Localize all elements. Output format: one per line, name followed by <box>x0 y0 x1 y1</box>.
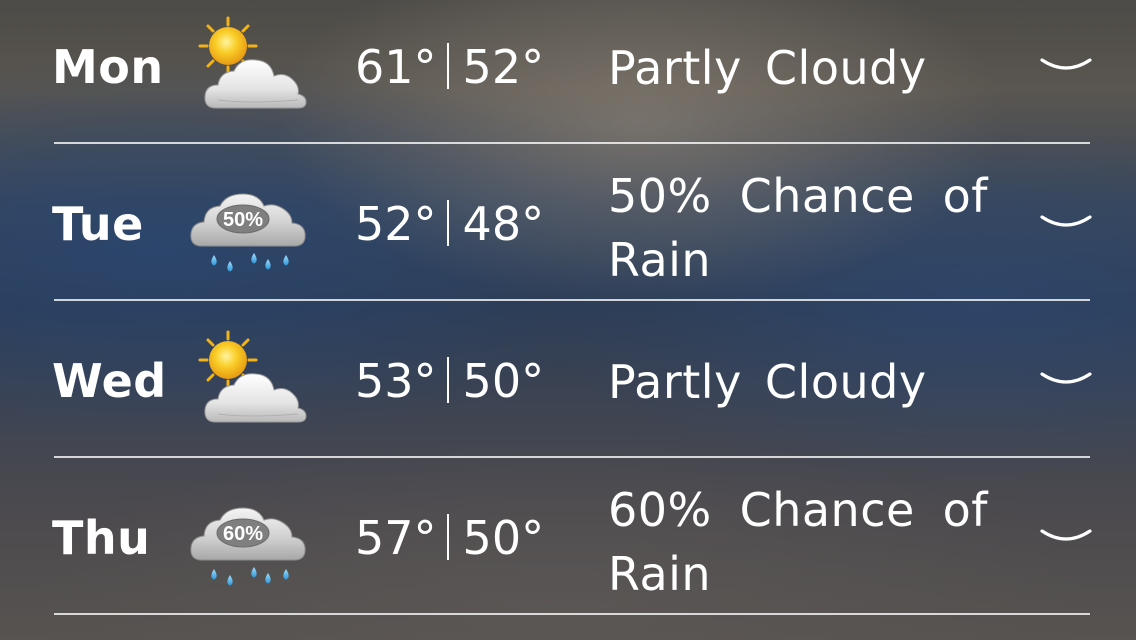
condition-text: Partly Cloudy <box>608 41 927 95</box>
low-temperature: 50° <box>462 354 545 408</box>
day-label: Tue <box>52 197 144 251</box>
chevron-down-icon[interactable] <box>1038 368 1094 394</box>
forecast-row-wed[interactable]: Wed 53° 50° Partly Cloudy <box>0 300 1136 457</box>
low-temperature: 48° <box>462 197 545 251</box>
temperature-range: 61° 52° <box>355 41 544 93</box>
day-label: Thu <box>52 511 151 565</box>
row-divider <box>54 613 1090 615</box>
temperature-separator <box>446 200 449 246</box>
low-temperature: 52° <box>462 40 545 94</box>
precip-percent-badge: 60% <box>223 523 263 545</box>
chevron-down-icon[interactable] <box>1038 54 1094 80</box>
precip-percent-badge: 50% <box>223 209 263 231</box>
chevron-down-icon[interactable] <box>1038 211 1094 237</box>
temperature-range: 52° 48° <box>355 198 544 250</box>
low-temperature: 50° <box>462 511 545 565</box>
temperature-range: 57° 50° <box>355 512 544 564</box>
partly-cloudy-icon <box>188 16 312 116</box>
rain-cloud-icon: 50% <box>188 173 312 273</box>
rain-cloud-icon: 60% <box>188 487 312 587</box>
condition-text: 60% Chance of Rain <box>608 483 988 601</box>
day-label: Mon <box>52 40 164 94</box>
row-divider <box>54 456 1090 458</box>
condition-text: Partly Cloudy <box>608 355 927 409</box>
day-label: Wed <box>52 354 167 408</box>
partly-cloudy-icon <box>188 330 312 430</box>
condition-text: 50% Chance of Rain <box>608 169 988 287</box>
high-temperature: 61° <box>355 40 437 94</box>
high-temperature: 57° <box>355 511 437 565</box>
chevron-down-icon[interactable] <box>1038 525 1094 551</box>
row-divider <box>54 299 1090 301</box>
temperature-range: 53° 50° <box>355 355 544 407</box>
forecast-list: Mon 61° 52° Partly Cloudy Tue 50% 52° 48… <box>0 0 1136 640</box>
temperature-separator <box>446 357 449 403</box>
forecast-row-tue[interactable]: Tue 50% 52° 48° 50% Chance of Rain <box>0 143 1136 300</box>
temperature-separator <box>446 514 449 560</box>
row-divider <box>54 142 1090 144</box>
high-temperature: 53° <box>355 354 437 408</box>
temperature-separator <box>446 43 449 89</box>
high-temperature: 52° <box>355 197 437 251</box>
forecast-row-thu[interactable]: Thu 60% 57° 50° 60% Chance of Rain <box>0 457 1136 614</box>
forecast-row-mon[interactable]: Mon 61° 52° Partly Cloudy <box>0 0 1136 143</box>
